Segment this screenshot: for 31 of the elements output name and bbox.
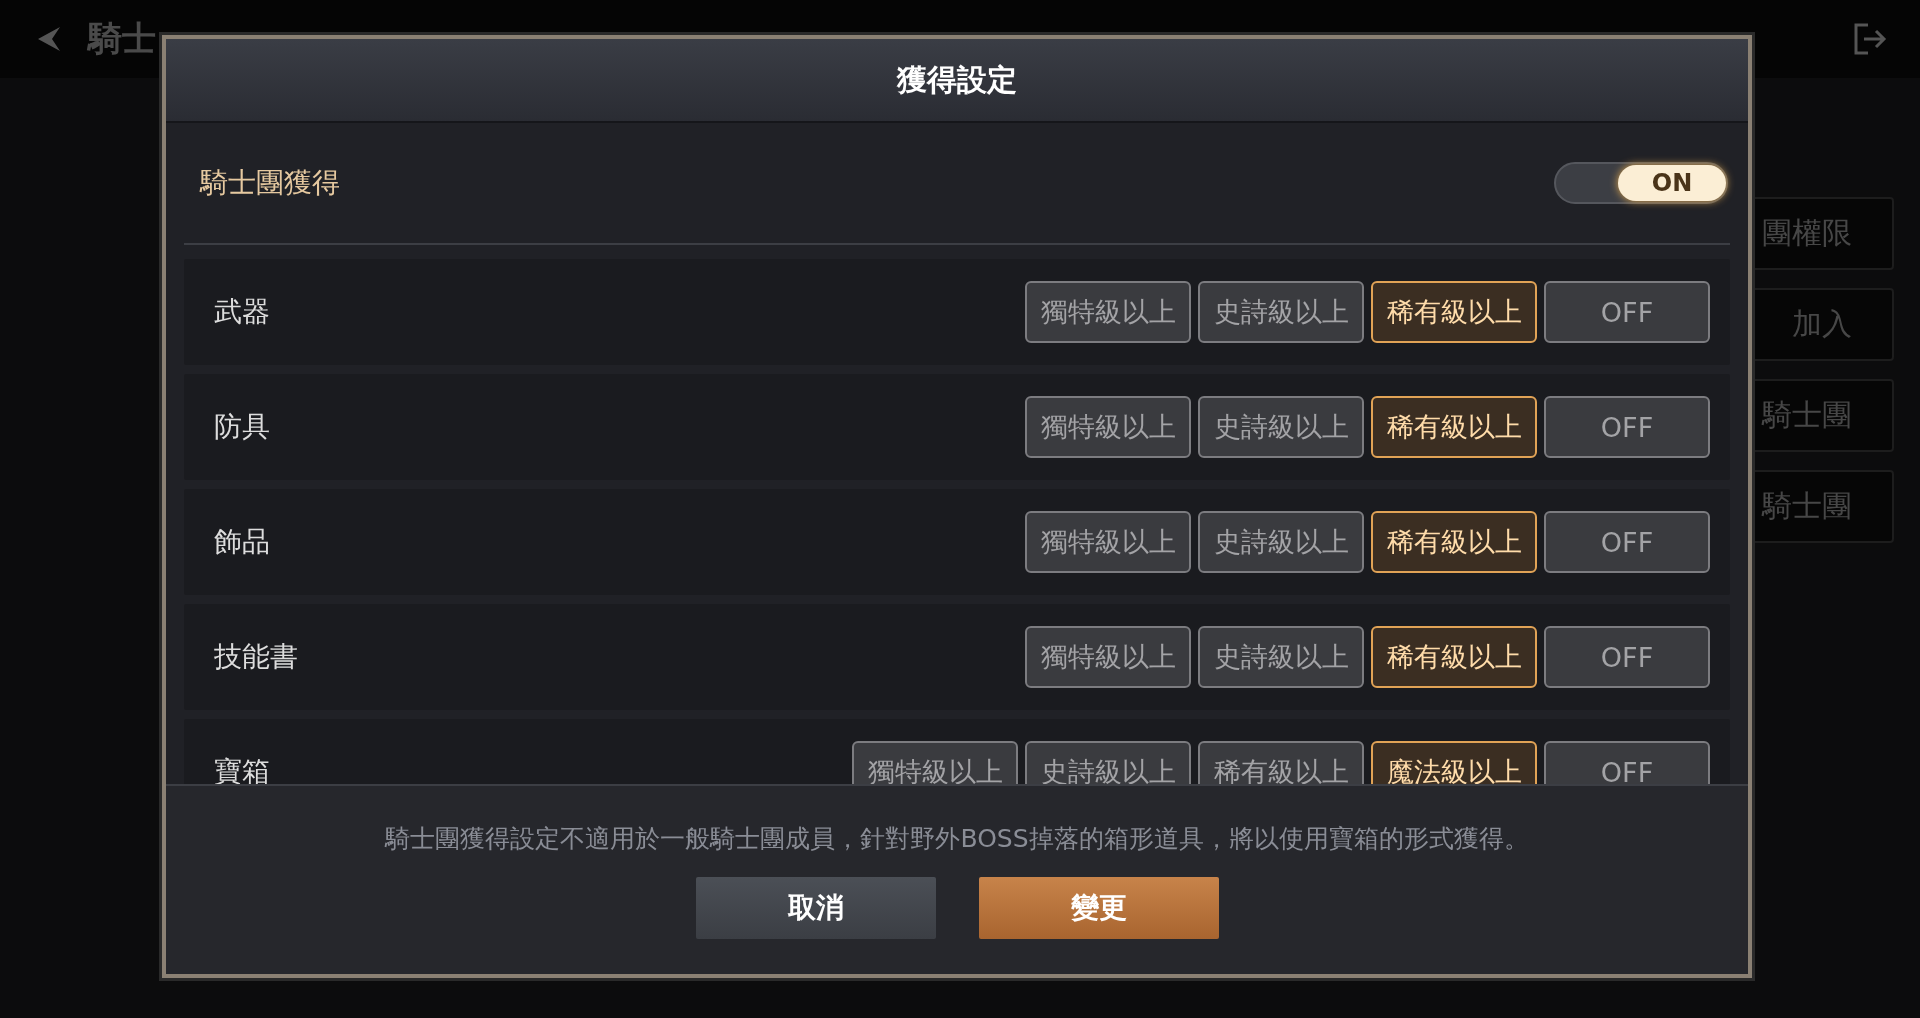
- option-button[interactable]: 稀有級以上: [1198, 741, 1364, 784]
- option-button[interactable]: 史詩級以上: [1198, 626, 1364, 688]
- option-button[interactable]: OFF: [1544, 511, 1710, 573]
- option-button[interactable]: 魔法級以上: [1371, 741, 1537, 784]
- option-button[interactable]: OFF: [1544, 281, 1710, 343]
- category-label: 技能書: [214, 639, 298, 675]
- notice-text: 騎士團獲得設定不適用於一般騎士團成員，針對野外BOSS掉落的箱形道具，將以使用寶箱的形式獲得。: [385, 823, 1529, 855]
- option-button[interactable]: 獨特級以上: [1025, 511, 1191, 573]
- option-button[interactable]: 史詩級以上: [1198, 281, 1364, 343]
- option-button[interactable]: 稀有級以上: [1371, 626, 1537, 688]
- option-button[interactable]: OFF: [1544, 741, 1710, 784]
- option-button[interactable]: 史詩級以上: [1198, 511, 1364, 573]
- page-title: 騎士: [88, 17, 156, 60]
- confirm-button[interactable]: 變更: [978, 877, 1219, 939]
- option-button[interactable]: 稀有級以上: [1371, 511, 1537, 573]
- option-button[interactable]: OFF: [1544, 396, 1710, 458]
- option-button[interactable]: 史詩級以上: [1198, 396, 1364, 458]
- category-label: 防具: [214, 409, 270, 445]
- option-button[interactable]: OFF: [1544, 626, 1710, 688]
- setting-label: 騎士團獲得: [200, 165, 340, 201]
- category-label: 飾品: [214, 524, 270, 560]
- toggle-switch[interactable]: ON: [1554, 162, 1728, 204]
- option-button[interactable]: 獨特級以上: [1025, 281, 1191, 343]
- option-button[interactable]: 稀有級以上: [1371, 281, 1537, 343]
- option-button[interactable]: 獨特級以上: [1025, 396, 1191, 458]
- option-button[interactable]: 獨特級以上: [1025, 626, 1191, 688]
- option-button[interactable]: 稀有級以上: [1371, 396, 1537, 458]
- category-label: 武器: [214, 294, 270, 330]
- dialog-title: 獲得設定: [897, 60, 1017, 99]
- option-button[interactable]: 獨特級以上: [852, 741, 1018, 784]
- cancel-button[interactable]: 取消: [695, 877, 936, 939]
